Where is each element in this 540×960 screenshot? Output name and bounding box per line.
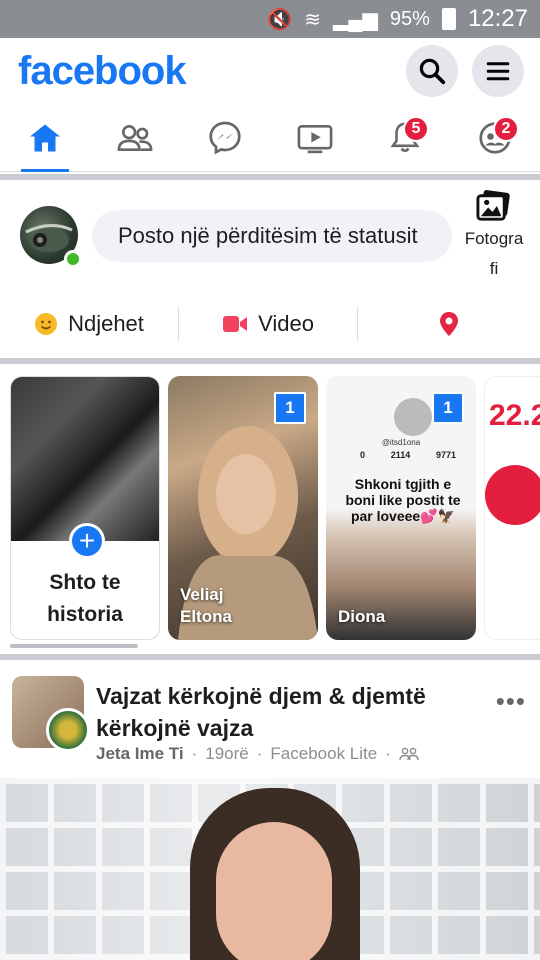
post-time[interactable]: 19orë (205, 744, 248, 764)
status-icons: 🔇 ≋ ▂▄▆ 95% (267, 7, 456, 32)
menu-button[interactable] (472, 45, 524, 97)
location-pin-icon (440, 312, 458, 336)
tiktok-handle: @itsd1ona (381, 438, 421, 447)
story-author: Veliaj Eltona (180, 585, 232, 626)
tab-friends[interactable] (105, 108, 165, 168)
status-composer: Posto një përditësim të statusit Fotogra… (0, 180, 540, 292)
signal-icon: ▂▄▆ (332, 8, 378, 31)
post-group-name[interactable]: Jeta Ime Ti (96, 744, 184, 764)
friends-icon (117, 124, 153, 151)
smiley-icon (35, 313, 58, 335)
add-story-icon[interactable]: + (69, 523, 105, 559)
story-count: 1 (432, 392, 464, 424)
create-story-card[interactable]: + Shto te historia (10, 376, 160, 640)
tab-notifications[interactable]: 5 (375, 108, 435, 168)
meta-separator: · (385, 744, 391, 763)
video-icon (297, 124, 333, 153)
composer-actions: Ndjehet Video (0, 292, 540, 356)
messenger-icon (209, 121, 241, 155)
video-button[interactable]: Video (179, 306, 357, 342)
story-card[interactable]: @itsd1ona 0 2114 9771 Shkoni tgjith e bo… (326, 376, 476, 640)
group-privacy-icon (399, 747, 419, 761)
story-caption: Shkoni tgjith e boni like postit te par … (345, 476, 461, 524)
search-button[interactable] (406, 45, 458, 97)
photo-icon (476, 190, 510, 221)
photo-label-cont: fi (489, 259, 499, 278)
tab-home[interactable] (15, 108, 75, 172)
stories-scrollbar (10, 644, 138, 648)
feeling-label: Ndjehet (68, 311, 144, 336)
status-input[interactable]: Posto një përditësim të statusit (92, 210, 452, 262)
wifi-icon: ≋ (304, 8, 321, 31)
tab-bar: 5 2 (0, 104, 540, 172)
post-meta: Jeta Ime Ti · 19orë · Facebook Lite · (96, 744, 419, 764)
video-label: Video (258, 311, 314, 336)
battery-text: 95% (389, 7, 430, 30)
divider (0, 358, 540, 364)
story-cover (11, 377, 159, 541)
user-avatar[interactable] (46, 708, 90, 752)
post-image[interactable] (0, 778, 540, 960)
meta-separator: · (191, 744, 198, 763)
tab-watch[interactable] (285, 108, 345, 168)
tab-messenger[interactable] (195, 108, 255, 168)
post-title[interactable]: Vajzat kërkojnë djem & djemtë kërkojnë v… (96, 680, 476, 744)
story-decoration (485, 465, 540, 525)
stories-tray: + Shto te historia 1 Veliaj Eltona @itsd… (0, 372, 540, 646)
location-button[interactable] (358, 306, 540, 342)
story-partial-text: 22.2 (489, 399, 540, 432)
groups-badge: 2 (493, 115, 519, 142)
tiktok-avatar (394, 398, 432, 436)
top-actions (406, 45, 524, 97)
notification-badge: 5 (403, 115, 429, 142)
top-bar: facebook (0, 38, 540, 104)
tab-groups[interactable]: 2 (465, 108, 525, 168)
tiktok-stats: 0 2114 9771 (360, 450, 456, 460)
photo-button[interactable]: Fotogra fi (456, 188, 532, 284)
create-story-label: Shto te historia (47, 571, 123, 626)
mute-icon: 🔇 (267, 8, 293, 31)
post-source: Facebook Lite (270, 744, 378, 763)
online-indicator (64, 250, 82, 268)
photo-label: Fotogra (464, 229, 524, 248)
story-count: 1 (274, 392, 306, 424)
status-bar: 🔇 ≋ ▂▄▆ 95% 12:27 (0, 0, 540, 38)
divider (0, 654, 540, 660)
facebook-logo[interactable]: facebook (18, 49, 187, 94)
story-author: Diona (338, 607, 386, 626)
clock: 12:27 (467, 5, 528, 32)
meta-separator: · (256, 744, 263, 763)
home-icon (30, 124, 60, 151)
story-card[interactable]: 1 Veliaj Eltona (168, 376, 318, 640)
image-subject-face (216, 822, 332, 960)
video-camera-icon (223, 316, 248, 332)
search-icon (419, 58, 446, 85)
battery-icon (441, 8, 456, 30)
post-header: Vajzat kërkojnë djem & djemtë kërkojnë v… (0, 668, 540, 776)
story-card[interactable]: 22.2 (484, 376, 540, 640)
menu-icon (486, 62, 510, 81)
feeling-button[interactable]: Ndjehet (0, 306, 178, 342)
more-options-icon[interactable]: ••• (496, 686, 526, 717)
